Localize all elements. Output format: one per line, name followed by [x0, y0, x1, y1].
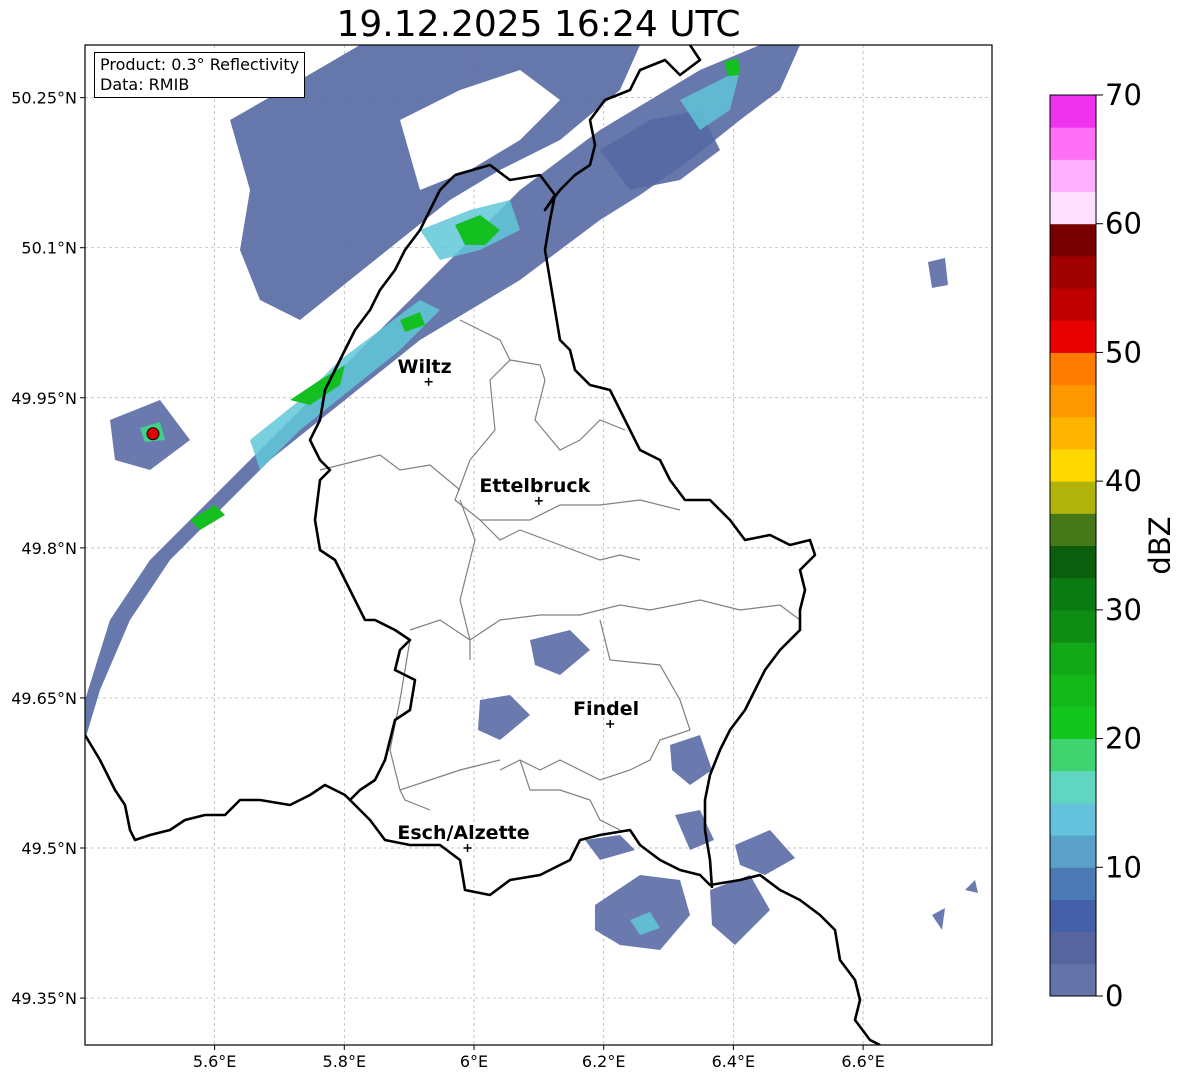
colorbar-segment: [1050, 255, 1096, 289]
city-label: Ettelbruck: [479, 475, 590, 497]
colorbar-segment: [1050, 352, 1096, 386]
colorbar-tick-label: 30: [1105, 593, 1142, 627]
colorbar-tick-label: 70: [1105, 78, 1142, 112]
colorbar-segment: [1050, 738, 1096, 772]
colorbar-title: dBZ: [1143, 516, 1177, 574]
lon-tick-label: 6.2°E: [582, 1052, 626, 1071]
colorbar-segment: [1050, 127, 1096, 160]
colorbar: 0 10 20 30 40 50 60 70 dBZ: [1049, 78, 1177, 1013]
colorbar-segment: [1050, 899, 1096, 933]
colorbar-segment: [1050, 802, 1096, 836]
city-markers: Wiltz Ettelbruck Findel Esch/Alzette: [397, 356, 639, 852]
colorbar-segment: [1050, 448, 1096, 482]
lat-tick-label: 50.1°N: [21, 239, 77, 258]
colorbar-segment: [1050, 481, 1096, 514]
canton-boundaries: [319, 319, 801, 831]
colorbar-segment: [1050, 513, 1096, 546]
colorbar-tick-label: 60: [1105, 207, 1142, 241]
colorbar-tick-label: 0: [1105, 979, 1123, 1013]
colorbar-segment: [1050, 931, 1096, 965]
colorbar-segment: [1050, 609, 1096, 643]
colorbar-segment: [1050, 159, 1096, 193]
data-source-label: Data: RMIB: [100, 75, 190, 94]
lat-tick-label: 49.65°N: [11, 689, 77, 708]
colorbar-segment: [1050, 384, 1096, 418]
colorbar-segment: [1050, 545, 1096, 579]
lon-tick-label: 6.6°E: [841, 1052, 885, 1071]
lon-tick-label: 5.6°E: [193, 1052, 237, 1071]
colorbar-segment: [1050, 191, 1096, 225]
colorbar-tick-label: 20: [1105, 722, 1142, 756]
colorbar-segment: [1050, 288, 1096, 321]
lat-tick-label: 49.95°N: [11, 389, 77, 408]
colorbar-tick-label: 10: [1105, 850, 1142, 884]
city-label: Wiltz: [398, 356, 452, 378]
lat-tick-label: 49.35°N: [11, 989, 77, 1008]
colorbar-segment: [1050, 835, 1096, 868]
info-box: Product: 0.3° Reflectivity Data: RMIB: [94, 52, 306, 98]
colorbar-segment: [1050, 95, 1096, 128]
city-label: Findel: [573, 698, 639, 720]
lon-tick-label: 5.8°E: [323, 1052, 367, 1071]
colorbar-segment: [1050, 963, 1096, 997]
lat-tick-label: 50.25°N: [11, 89, 77, 108]
radar-site-marker: [146, 427, 160, 441]
lat-tick-label: 49.8°N: [21, 539, 77, 558]
colorbar-segment: [1050, 770, 1096, 804]
colorbar-tick-label: 40: [1105, 464, 1142, 498]
radar-map: 5.6°E 5.8°E 6°E 6.2°E 6.4°E 6.6°E 50.25°N 50.1°…: [11, 44, 1177, 1071]
colorbar-segment: [1050, 320, 1096, 353]
colorbar-segment: [1050, 642, 1096, 675]
lon-tick-label: 6.4°E: [712, 1052, 756, 1071]
colorbar-segment: [1050, 577, 1096, 611]
colorbar-segment: [1050, 706, 1096, 740]
colorbar-segment: [1050, 674, 1096, 707]
product-label: Product: 0.3° Reflectivity: [100, 55, 300, 74]
colorbar-tick-label: 50: [1105, 335, 1142, 369]
lat-tick-label: 49.5°N: [21, 839, 77, 858]
lon-tick-label: 6°E: [460, 1052, 488, 1071]
colorbar-segment: [1050, 867, 1096, 900]
colorbar-segment: [1050, 223, 1096, 257]
city-label: Esch/Alzette: [397, 822, 529, 844]
radar-site-dot: [146, 427, 160, 441]
colorbar-segment: [1050, 416, 1096, 450]
